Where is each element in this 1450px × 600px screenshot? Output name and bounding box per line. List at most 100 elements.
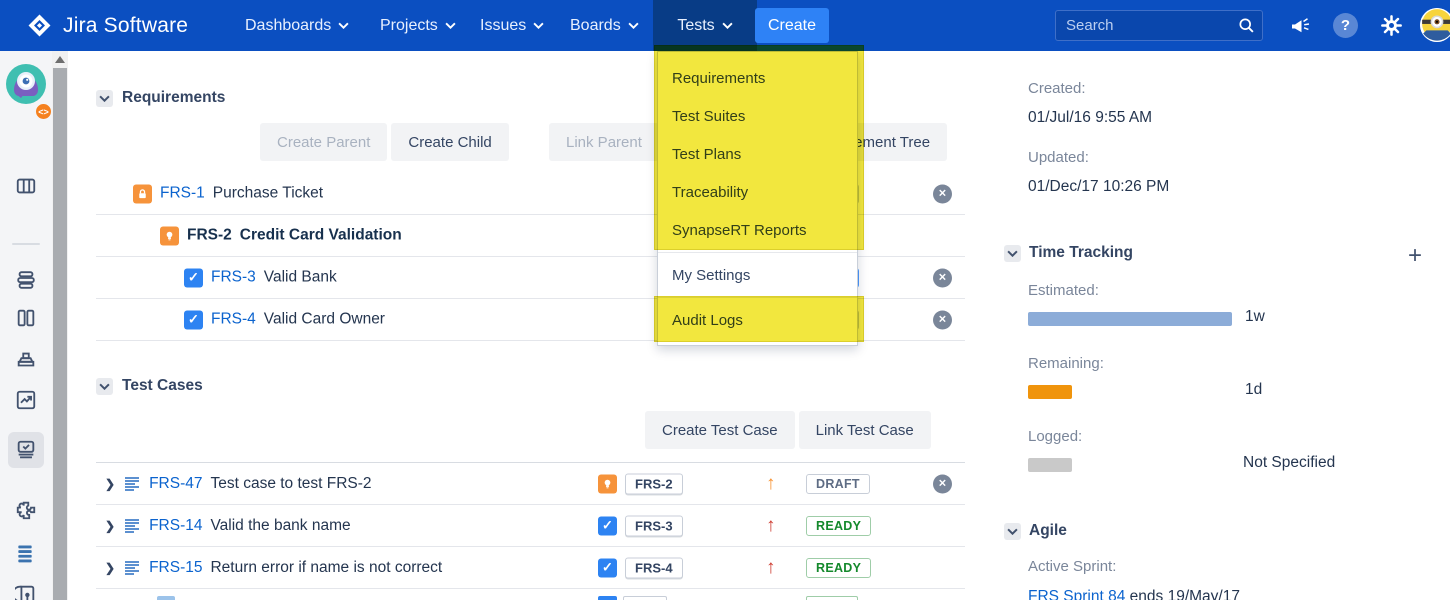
- app-window: 29/Dec/17 Created: 01/Jul/16 9:55 AM Upd…: [0, 0, 1450, 600]
- updated-value: 01/Dec/17 10:26 PM: [1028, 178, 1169, 196]
- issue-key-link[interactable]: FRS-4: [211, 311, 256, 329]
- issue-title: Return error if name is not correct: [210, 559, 442, 577]
- test-case-row: ❯ FRS-15 Return error if name is not cor…: [96, 547, 965, 589]
- link-test-case-button[interactable]: Link Test Case: [799, 411, 931, 449]
- sub-requirement-icon: ✓: [184, 268, 203, 287]
- test-case-row: ❯ FRS-14 Valid the bank name ✓ FRS-3 ↑ R…: [96, 505, 965, 547]
- scrollbar-thumb[interactable]: [53, 68, 67, 600]
- add-time-button[interactable]: +: [1408, 244, 1422, 268]
- priority-up-icon: ↑: [766, 473, 776, 495]
- logged-label: Logged:: [1028, 428, 1082, 445]
- nav-dashboards[interactable]: Dashboards: [245, 0, 349, 51]
- estimated-label: Estimated:: [1028, 282, 1099, 299]
- announcements-icon[interactable]: [1288, 14, 1312, 43]
- active-sprint-value: FRS Sprint 84 ends 19/May/17: [1028, 588, 1240, 600]
- settings-gear-icon[interactable]: [1379, 13, 1404, 43]
- priority-up-icon: ↑: [766, 515, 776, 537]
- menu-item-traceability[interactable]: Traceability: [658, 173, 857, 211]
- project-avatar[interactable]: <>: [6, 64, 46, 104]
- scroll-up-arrow[interactable]: [55, 56, 65, 63]
- issue-key-link[interactable]: FRS-3: [211, 269, 256, 287]
- addons-puzzle-icon[interactable]: [15, 499, 37, 526]
- chevron-down-icon[interactable]: [96, 90, 113, 107]
- board-icon[interactable]: [15, 175, 37, 202]
- time-tracking-title: Time Tracking: [1029, 244, 1133, 262]
- chevron-down-icon[interactable]: [1004, 523, 1021, 540]
- columns-icon[interactable]: [15, 307, 37, 334]
- close-icon[interactable]: ✕: [933, 268, 952, 287]
- create-test-case-button[interactable]: Create Test Case: [645, 411, 795, 449]
- status-badge: READY: [806, 516, 871, 536]
- link-parent-button[interactable]: Link Parent: [549, 123, 659, 161]
- issue-title: Test case to test FRS-2: [210, 475, 371, 493]
- close-icon[interactable]: ✕: [933, 184, 952, 203]
- menu-item-requirements[interactable]: Requirements: [658, 59, 857, 97]
- issue-title: Purchase Ticket: [213, 185, 323, 203]
- issue-title: Valid the bank name: [210, 517, 350, 535]
- requirement-icon: [160, 226, 179, 245]
- expand-icon[interactable]: ❯: [105, 477, 115, 491]
- agile-header: Agile: [1004, 522, 1067, 540]
- linked-requirement-badge[interactable]: FRS-2: [625, 473, 683, 494]
- details-panel: 29/Dec/17 Created: 01/Jul/16 9:55 AM Upd…: [995, 0, 1450, 600]
- search-icon[interactable]: [1238, 17, 1255, 39]
- time-tracking-header: Time Tracking: [1004, 244, 1133, 262]
- chevron-down-icon: [445, 22, 456, 29]
- issue-key-link[interactable]: FRS-15: [149, 559, 202, 577]
- test-cases-list: ❯ FRS-47 Test case to test FRS-2 FRS-2 ↑…: [96, 462, 965, 600]
- create-parent-button[interactable]: Create Parent: [260, 123, 387, 161]
- search-input[interactable]: [1055, 10, 1263, 41]
- nav-projects[interactable]: Projects: [380, 0, 456, 51]
- jira-logo-icon: [26, 12, 53, 39]
- test-case-icon: [157, 596, 175, 600]
- create-child-button[interactable]: Create Child: [391, 123, 508, 161]
- issue-key-link[interactable]: FRS-1: [160, 185, 205, 203]
- remaining-bar: [1028, 385, 1072, 399]
- nav-issues[interactable]: Issues: [480, 0, 544, 51]
- menu-item-audit-logs[interactable]: Audit Logs: [658, 301, 857, 339]
- sidebar-divider: [12, 243, 40, 245]
- requirement-icon: [598, 474, 617, 493]
- issue-title: Valid Bank: [264, 269, 337, 287]
- issue-key-link[interactable]: FRS-14: [149, 517, 202, 535]
- create-button[interactable]: Create: [755, 8, 829, 43]
- active-sprint-label: Active Sprint:: [1028, 558, 1116, 575]
- status-badge: DRAFT: [806, 474, 870, 494]
- menu-item-test-plans[interactable]: Test Plans: [658, 135, 857, 173]
- app-logo[interactable]: Jira Software: [26, 0, 188, 51]
- project-sidebar: <>: [0, 51, 52, 600]
- chevron-down-icon[interactable]: [1004, 245, 1021, 262]
- requirements-title: Requirements: [122, 89, 225, 107]
- linked-requirement-badge[interactable]: FRS-3: [625, 515, 683, 536]
- pages-icon[interactable]: [15, 583, 37, 600]
- requirements-header: Requirements: [96, 89, 225, 107]
- nav-boards[interactable]: Boards: [570, 0, 639, 51]
- chevron-down-icon[interactable]: [96, 378, 113, 395]
- menu-item-my-settings[interactable]: My Settings: [658, 256, 857, 294]
- nav-tests[interactable]: Tests: [653, 0, 757, 51]
- backlog-list-icon[interactable]: [15, 543, 35, 568]
- expand-icon[interactable]: ❯: [105, 519, 115, 533]
- sprint-link[interactable]: FRS Sprint 84: [1028, 588, 1125, 600]
- close-icon[interactable]: ✕: [933, 474, 952, 493]
- reports-icon[interactable]: [15, 389, 37, 416]
- status-badge: READY: [806, 558, 871, 578]
- test-case-icon: [123, 475, 141, 493]
- chevron-down-icon: [722, 22, 733, 29]
- vertical-scrollbar[interactable]: [52, 51, 68, 600]
- menu-item-test-suites[interactable]: Test Suites: [658, 97, 857, 135]
- linked-requirement-badge[interactable]: FRS-4: [625, 557, 683, 578]
- releases-icon[interactable]: [15, 269, 37, 296]
- agile-title: Agile: [1029, 522, 1067, 540]
- menu-item-synapsert-reports[interactable]: SynapseRT Reports: [658, 211, 857, 249]
- stamp-icon[interactable]: [15, 349, 37, 376]
- user-avatar[interactable]: [1420, 8, 1450, 42]
- logged-value: Not Specified: [1243, 454, 1335, 472]
- issue-title: Valid Card Owner: [264, 311, 385, 329]
- issue-key-link[interactable]: FRS-47: [149, 475, 202, 493]
- close-icon[interactable]: ✕: [933, 310, 952, 329]
- menu-separator: [658, 252, 857, 253]
- test-management-icon-active[interactable]: [8, 432, 44, 468]
- help-icon[interactable]: ?: [1333, 13, 1358, 38]
- expand-icon[interactable]: ❯: [105, 561, 115, 575]
